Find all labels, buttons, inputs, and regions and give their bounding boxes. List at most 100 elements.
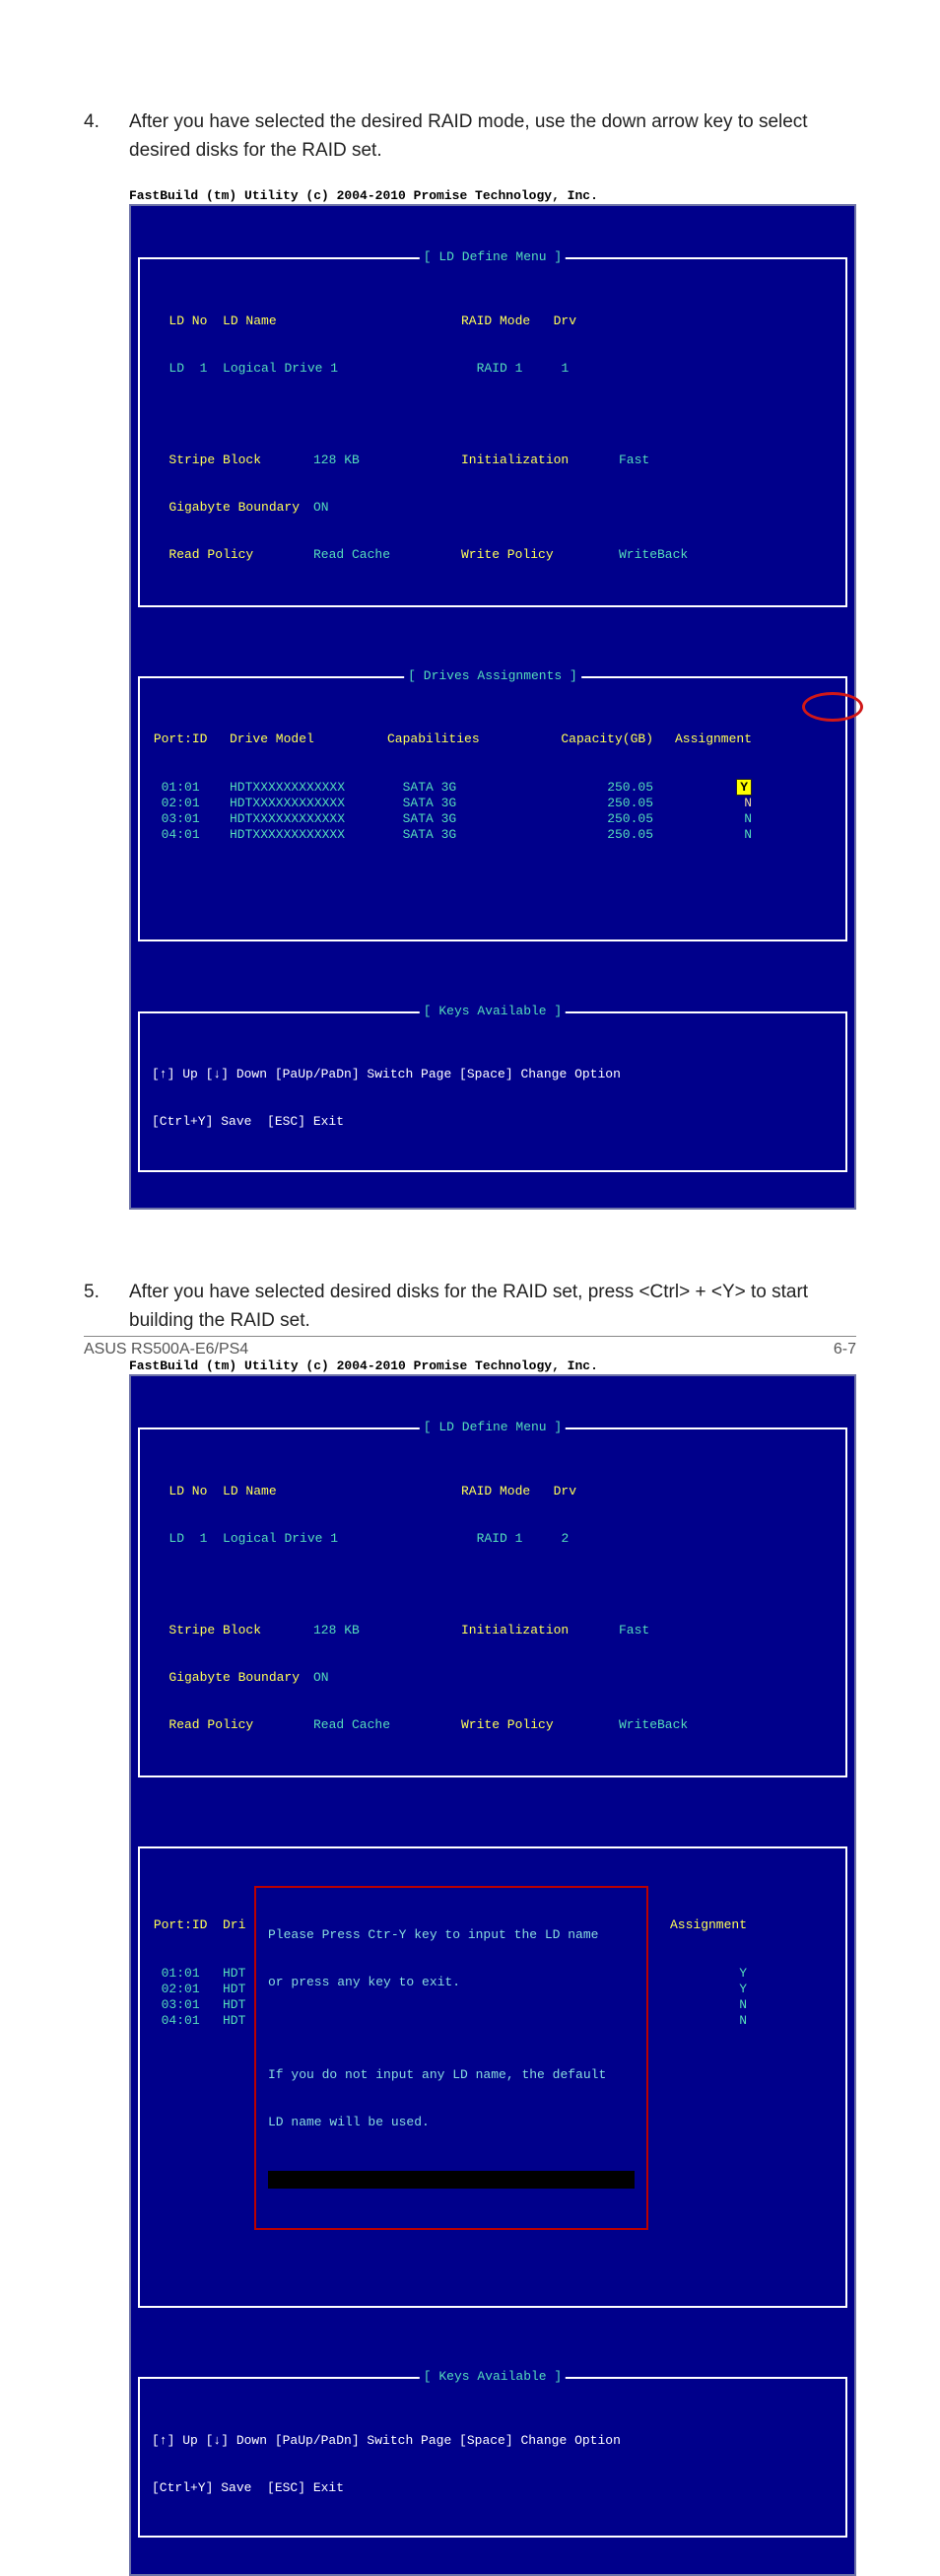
ld-row-name-2: Logical Drive 1 <box>223 1531 338 1546</box>
raid-mode-value: RAID 1 <box>477 361 523 376</box>
cap-cell: SATA 3G <box>403 811 457 826</box>
drive-row: 04:01HDTXXXXXXXXXXXX SATA 3G250.05N <box>146 827 839 843</box>
port-cell: 02:01 <box>162 1982 200 1996</box>
cap-cell: SATA 3G <box>403 827 457 842</box>
write-policy-label-2: Write Policy <box>461 1717 554 1732</box>
model-cell: HDTXXXXXXXXXXXX <box>230 796 345 810</box>
step-5: 5. After you have selected desired disks… <box>84 1279 856 1335</box>
step-4-text: After you have selected the desired RAID… <box>129 108 856 165</box>
page-footer: ASUS RS500A-E6/PS4 6-7 <box>84 1336 856 1358</box>
ld-no-label-2: LD No <box>168 1484 207 1498</box>
stripe-block-label-2: Stripe Block <box>168 1623 261 1637</box>
port-cell: 03:01 <box>162 811 200 826</box>
cap-cell: SATA 3G <box>403 796 457 810</box>
read-policy-value: Read Cache <box>313 547 390 562</box>
stripe-block-value-2: 128 KB <box>313 1623 360 1637</box>
col-port: Port:ID <box>154 731 208 746</box>
port-cell: 04:01 <box>162 2013 200 2028</box>
highlight-circle-icon <box>802 692 863 722</box>
drive-row: 04:01 HDT <box>146 2013 254 2029</box>
keys-line-2b: [Ctrl+Y] Save [ESC] Exit <box>146 2480 839 2496</box>
step-4: 4. After you have selected the desired R… <box>84 108 856 165</box>
assignment-cell: N <box>648 2013 747 2029</box>
ld-row-name: Logical Drive 1 <box>223 361 338 376</box>
ld-row-num-2: LD 1 <box>168 1531 207 1546</box>
raid-mode-label: RAID Mode <box>461 313 530 328</box>
model-cell: HDT <box>223 1982 245 1996</box>
ld-define-menu-title-2: [ LD Define Menu ] <box>420 1420 566 1435</box>
keys-line-1: [↑] Up [↓] Down [PaUp/PaDn] Switch Page … <box>146 1067 839 1082</box>
col-assignment-2: Assignment <box>648 1917 747 1933</box>
dialog-line-4: LD name will be used. <box>268 2115 635 2130</box>
ld-name-label: LD Name <box>223 313 277 328</box>
write-policy-value-2: WriteBack <box>619 1717 688 1732</box>
initialization-label: Initialization <box>461 453 569 467</box>
drives-assignments-section: [ Drives Assignments ] Port:ID Drive Mod… <box>138 676 847 941</box>
raid-mode-label-2: RAID Mode <box>461 1484 530 1498</box>
model-cell: HDT <box>223 2013 245 2028</box>
model-cell: HDTXXXXXXXXXXXX <box>230 827 345 842</box>
drive-row: 01:01HDTXXXXXXXXXXXX SATA 3G250.05Y <box>146 780 839 796</box>
footer-right: 6-7 <box>834 1341 856 1358</box>
read-policy-value-2: Read Cache <box>313 1717 390 1732</box>
assignment-cell: Y <box>736 779 752 796</box>
port-cell: 01:01 <box>162 780 200 795</box>
port-cell: 01:01 <box>162 1966 200 1981</box>
ld-name-dialog: Please Press Ctr-Y key to input the LD n… <box>254 1886 648 2230</box>
dialog-line-3: If you do not input any LD name, the def… <box>268 2067 635 2083</box>
model-cell: HDT <box>223 1997 245 2012</box>
drv-value: 1 <box>561 361 569 376</box>
keys-available-section-2: [ Keys Available ] [↑] Up [↓] Down [PaUp… <box>138 2377 847 2538</box>
dialog-input-bar[interactable] <box>268 2171 635 2189</box>
read-policy-label-2: Read Policy <box>168 1717 253 1732</box>
drive-row: 03:01HDT <box>146 1997 254 2013</box>
col-capacity: Capacity(GB) <box>561 731 653 746</box>
drives-assignments-title: [ Drives Assignments ] <box>404 668 581 684</box>
assignment-cell: N <box>744 796 752 810</box>
port-cell: 02:01 <box>162 796 200 810</box>
terminal-screenshot-1: FastBuild (tm) Utility (c) 2004-2010 Pro… <box>129 186 856 1210</box>
stripe-block-value: 128 KB <box>313 453 360 467</box>
gigabyte-boundary-label-2: Gigabyte Boundary <box>168 1670 300 1685</box>
col-capabilities: Capabilities <box>387 731 480 746</box>
write-policy-label: Write Policy <box>461 547 554 562</box>
drv-label: Drv <box>554 313 576 328</box>
keys-available-title: [ Keys Available ] <box>420 1004 566 1019</box>
cap-cell: SATA 3G <box>403 780 457 795</box>
initialization-value-2: Fast <box>619 1623 649 1637</box>
assignment-cell: Y <box>648 1966 747 1982</box>
step-4-num: 4. <box>84 108 129 165</box>
dialog-line-2: or press any key to exit. <box>268 1975 635 1990</box>
drv-value-2: 2 <box>561 1531 569 1546</box>
col-dri-2: Dri <box>223 1917 245 1932</box>
gigabyte-boundary-value: ON <box>313 500 329 515</box>
drv-label-2: Drv <box>554 1484 576 1498</box>
step-5-text: After you have selected desired disks fo… <box>129 1279 856 1335</box>
initialization-value: Fast <box>619 453 649 467</box>
gigabyte-boundary-value-2: ON <box>313 1670 329 1685</box>
drive-row: 02:01HDTXXXXXXXXXXXX SATA 3G250.05N <box>146 796 839 811</box>
col-model: Drive Model <box>230 731 314 746</box>
drives-assignments-section-2: Port:ID Dri 01:01HDT 02:01HDT 03:01HDT 0… <box>138 1846 847 2308</box>
keys-available-title-2: [ Keys Available ] <box>420 2369 566 2385</box>
ld-define-menu-section-2: [ LD Define Menu ] LD No LD Name RAID Mo… <box>138 1427 847 1776</box>
drive-row: 01:01HDT <box>146 1966 254 1982</box>
fastbuild-title-1: FastBuild (tm) Utility (c) 2004-2010 Pro… <box>129 188 598 203</box>
keys-available-section: [ Keys Available ] [↑] Up [↓] Down [PaUp… <box>138 1011 847 1172</box>
keys-line-1b: [↑] Up [↓] Down [PaUp/PaDn] Switch Page … <box>146 2433 839 2449</box>
model-cell: HDTXXXXXXXXXXXX <box>230 811 345 826</box>
col-assignment: Assignment <box>675 731 752 746</box>
dialog-line-1: Please Press Ctr-Y key to input the LD n… <box>268 1927 635 1943</box>
ld-define-menu-title: [ LD Define Menu ] <box>420 249 566 265</box>
ld-row-num: LD 1 <box>168 361 207 376</box>
assignment-cell: Y <box>648 1982 747 1997</box>
ld-define-menu-section: [ LD Define Menu ] LD No LD Name RAID Mo… <box>138 257 847 606</box>
ld-name-label-2: LD Name <box>223 1484 277 1498</box>
footer-left: ASUS RS500A-E6/PS4 <box>84 1341 248 1358</box>
read-policy-label: Read Policy <box>168 547 253 562</box>
gb-cell: 250.05 <box>607 827 653 842</box>
write-policy-value: WriteBack <box>619 547 688 562</box>
stripe-block-label: Stripe Block <box>168 453 261 467</box>
port-cell: 04:01 <box>162 827 200 842</box>
ld-no-label: LD No <box>168 313 207 328</box>
